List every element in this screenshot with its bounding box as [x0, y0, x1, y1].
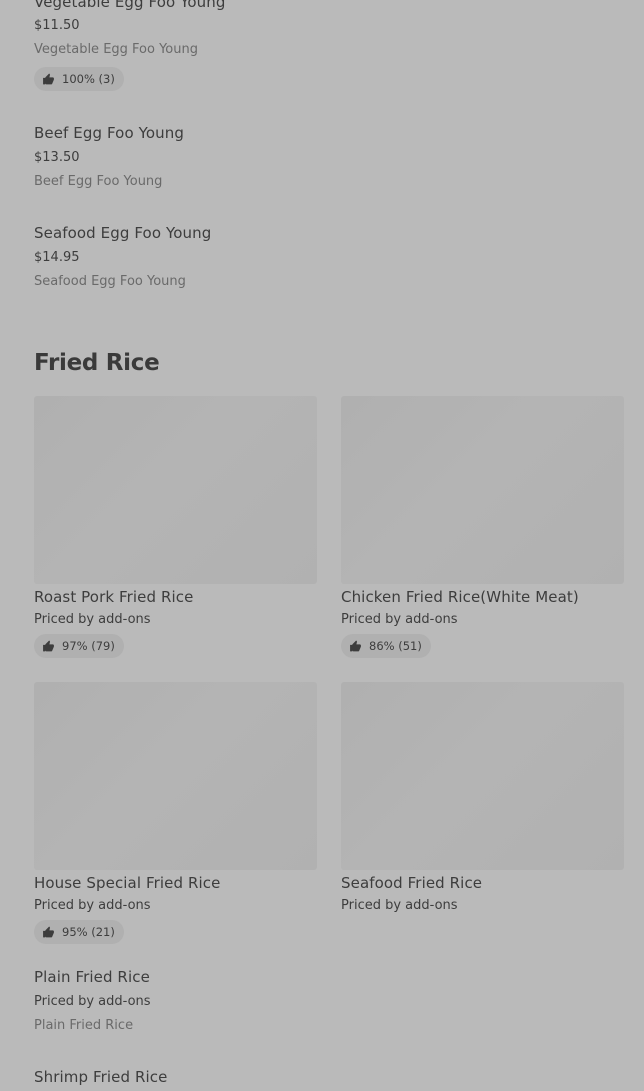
menu-card-roast-pork-fried-rice[interactable]: Roast Pork Fried Rice Priced by add-ons … [34, 396, 317, 658]
thumbs-up-icon [43, 640, 54, 651]
item-price: Priced by add-ons [34, 612, 151, 627]
item-price: Priced by add-ons [341, 898, 458, 913]
item-price: Priced by add-ons [341, 612, 458, 627]
menu-card-seafood-fried-rice[interactable]: Seafood Fried Rice Priced by add-ons [341, 682, 624, 922]
item-image [341, 396, 624, 584]
item-image [34, 396, 317, 584]
rating-badge: 97% (79) [34, 634, 124, 658]
rating-text: 97% (79) [62, 639, 115, 653]
menu-item-plain-fried-rice[interactable]: Plain Fried Rice Priced by add-ons Plain… [34, 967, 334, 1039]
item-image [34, 682, 317, 870]
item-price: $13.50 [34, 150, 80, 165]
item-description: Plain Fried Rice [34, 1018, 134, 1033]
item-price: $14.95 [34, 250, 80, 265]
thumbs-up-icon [350, 640, 361, 651]
menu-card-chicken-fried-rice[interactable]: Chicken Fried Rice(White Meat) Priced by… [341, 396, 624, 658]
item-price: Priced by add-ons [34, 898, 151, 913]
item-name: Chicken Fried Rice(White Meat) [341, 588, 579, 606]
item-name: Seafood Fried Rice [341, 874, 483, 892]
thumbs-up-icon [43, 926, 54, 937]
item-price: Priced by add-ons [34, 994, 151, 1009]
item-name: House Special Fried Rice [34, 874, 221, 892]
item-name: Roast Pork Fried Rice [34, 588, 194, 606]
menu-item-seafood-egg-foo-young[interactable]: Seafood Egg Foo Young $14.95 Seafood Egg… [34, 223, 334, 295]
item-name: Vegetable Egg Foo Young [34, 0, 226, 11]
item-price: $11.50 [34, 18, 80, 33]
item-image [341, 682, 624, 870]
menu-item-vegetable-egg-foo-young[interactable]: Vegetable Egg Foo Young $11.50 Vegetable… [34, 0, 334, 92]
item-description: Vegetable Egg Foo Young [34, 42, 198, 57]
menu-item-shrimp-fried-rice[interactable]: Shrimp Fried Rice [34, 1067, 334, 1091]
menu-card-house-special-fried-rice[interactable]: House Special Fried Rice Priced by add-o… [34, 682, 317, 944]
item-name: Seafood Egg Foo Young [34, 224, 212, 242]
item-description: Seafood Egg Foo Young [34, 274, 186, 289]
rating-text: 100% (3) [62, 72, 115, 86]
rating-badge: 86% (51) [341, 634, 431, 658]
thumbs-up-icon [43, 73, 54, 84]
item-name: Shrimp Fried Rice [34, 1068, 168, 1086]
rating-badge: 95% (21) [34, 920, 124, 944]
section-title: Fried Rice [34, 350, 160, 376]
menu-item-beef-egg-foo-young[interactable]: Beef Egg Foo Young $13.50 Beef Egg Foo Y… [34, 123, 334, 195]
menu-page: Vegetable Egg Foo Young $11.50 Vegetable… [0, 0, 644, 1091]
item-description: Beef Egg Foo Young [34, 174, 163, 189]
rating-text: 95% (21) [62, 925, 115, 939]
item-name: Plain Fried Rice [34, 968, 150, 986]
item-name: Beef Egg Foo Young [34, 124, 184, 142]
rating-badge: 100% (3) [34, 67, 124, 91]
rating-text: 86% (51) [369, 639, 422, 653]
